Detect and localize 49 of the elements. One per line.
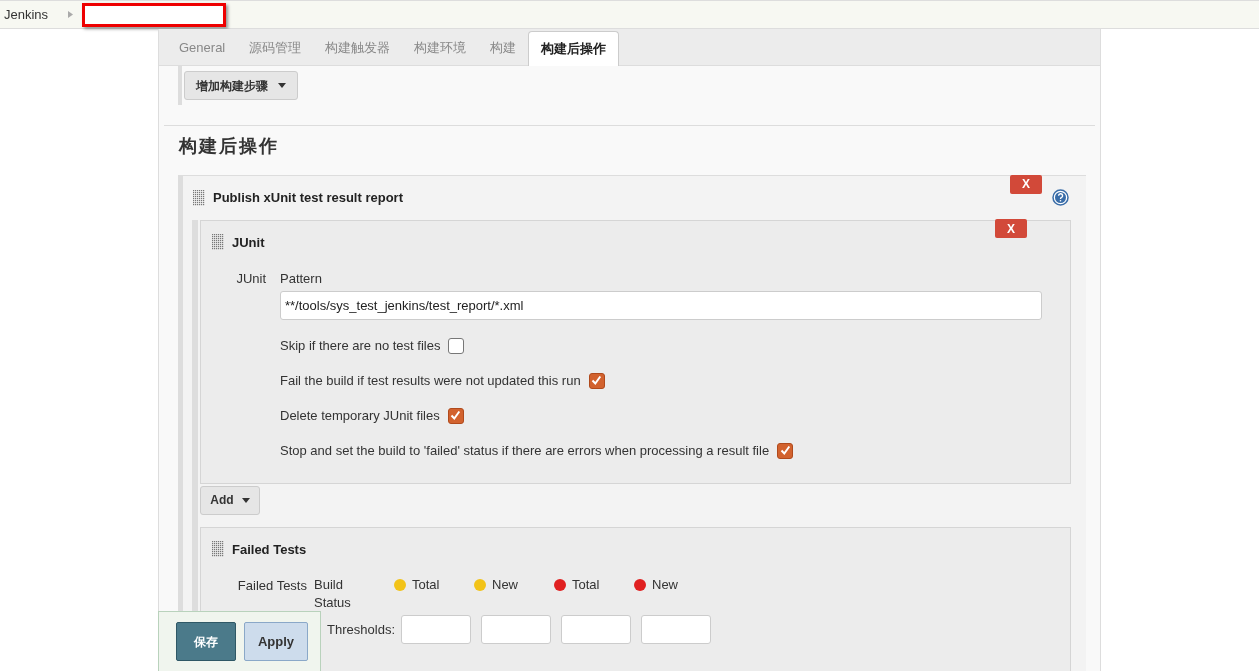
field-label: Failed Tests [236, 577, 308, 595]
option-label: Skip if there are no test files [280, 336, 441, 355]
checkbox[interactable] [588, 372, 605, 389]
help-icon[interactable] [1052, 189, 1069, 206]
add-build-step-button[interactable]: 增加构建步骤 [184, 71, 298, 100]
tab[interactable]: 构建 [478, 31, 529, 65]
threshold-input[interactable] [561, 615, 631, 644]
checkmark-icon [450, 410, 462, 421]
threshold-label: Total [412, 576, 440, 595]
section-heading: 构建后操作 [179, 135, 280, 158]
option-label: Stop and set the build to 'failed' status if there are errors when processing a result file [280, 441, 770, 460]
pattern-label: Pattern [280, 270, 323, 288]
option-label: Delete temporary JUnit files [280, 406, 440, 425]
drag-handle-icon[interactable] [212, 541, 224, 558]
delete-button[interactable]: X [995, 219, 1027, 238]
pattern-input[interactable]: **/tools/sys_test_jenkins/test_report/*.xml [280, 290, 1042, 320]
option-label: Fail the build if test results were not updated this run [280, 371, 581, 390]
checkmark-icon [779, 445, 791, 456]
chevron-right-icon [68, 11, 74, 18]
thresholds-label: Thresholds: [326, 620, 396, 639]
tab[interactable]: 构建触发器 [313, 31, 403, 65]
field-label: JUnit [235, 270, 267, 288]
failed-tests-title: Failed Tests [232, 540, 307, 559]
checkbox[interactable] [448, 337, 465, 354]
checkbox[interactable] [447, 407, 464, 424]
breadcrumb-link[interactable]: Jenkins [4, 4, 49, 25]
save-button[interactable]: 保存 [176, 622, 236, 661]
checkmark-icon [591, 375, 603, 386]
delete-button[interactable]: X [1010, 174, 1042, 194]
tab[interactable]: 构建环境 [402, 31, 479, 65]
tab[interactable]: 构建后操作 [528, 31, 620, 66]
threshold-input[interactable] [641, 615, 711, 644]
threshold-label: New [492, 576, 518, 595]
drag-handle-icon[interactable] [193, 189, 205, 206]
junit-title: JUnit [232, 233, 265, 252]
checkbox[interactable] [777, 442, 794, 459]
threshold-label: Total [572, 576, 600, 595]
threshold-input[interactable] [401, 615, 471, 644]
publisher-title: Publish xUnit test result report [213, 189, 403, 207]
threshold-input[interactable] [481, 615, 551, 644]
tab[interactable]: General [167, 31, 238, 65]
tab[interactable]: 源码管理 [237, 31, 314, 65]
caret-icon [241, 497, 250, 503]
caret-icon [278, 83, 286, 88]
drag-handle-icon[interactable] [212, 234, 224, 251]
threshold-label: New [652, 576, 678, 595]
apply-button[interactable]: Apply [244, 622, 308, 661]
add-button[interactable]: Add [200, 485, 260, 515]
build-status-label: Build Status [314, 576, 352, 612]
